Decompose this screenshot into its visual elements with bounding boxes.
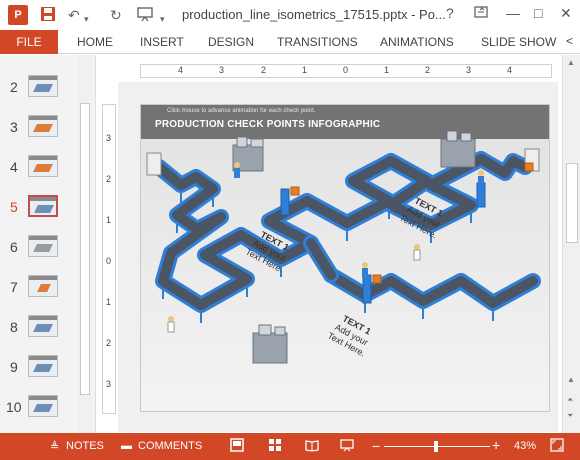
slide-editing-area: Click mouse to advance animation for eac…: [118, 82, 558, 432]
ruler-tick: 3: [106, 133, 112, 143]
slide-thumbnail-pane: 2 3 4 5 6 7 8 9 10: [0, 55, 96, 433]
slide-thumbnail-image[interactable]: [28, 355, 58, 377]
slide-thumbnail[interactable]: 9: [0, 349, 76, 389]
slide-number: 4: [10, 159, 18, 175]
powerpoint-window: P ↶ ▾ ↻ ▾ production_line_isometrics_175…: [0, 0, 580, 460]
slide-number: 5: [10, 199, 18, 215]
tab-file[interactable]: FILE: [0, 30, 58, 54]
slide-thumbnail-image[interactable]: [28, 75, 58, 97]
comments-button[interactable]: COMMENTS: [138, 440, 202, 452]
ruler-tick: 1: [302, 65, 308, 75]
slide-thumbnail-active[interactable]: 5: [0, 189, 76, 229]
ruler-tick: 4: [507, 65, 513, 75]
slide-thumbnail[interactable]: 6: [0, 229, 76, 269]
ruler-tick: 2: [106, 338, 112, 348]
ruler-tick: 2: [261, 65, 267, 75]
scroll-down-icon[interactable]: ▲: [567, 375, 575, 384]
undo-dropdown-icon[interactable]: ▾: [84, 10, 89, 28]
slide-thumbnail-image[interactable]: [28, 275, 58, 297]
editor-vertical-scrollbar[interactable]: ▲ ▲ ⏶ ⏷: [562, 55, 580, 433]
ruler-tick: 0: [343, 65, 349, 75]
slide-thumbnail[interactable]: 3: [0, 109, 76, 149]
slide-thumbnail-image[interactable]: [28, 235, 58, 257]
previous-slide-icon[interactable]: ⏶: [567, 395, 573, 405]
slide-number: 3: [10, 119, 18, 135]
tab-home[interactable]: HOME: [77, 35, 113, 49]
customize-qat-icon[interactable]: ▾: [160, 10, 165, 28]
slide-number: 6: [10, 239, 18, 255]
close-button[interactable]: ✕: [560, 5, 572, 22]
next-slide-icon[interactable]: ⏷: [567, 411, 573, 421]
zoom-slider-thumb[interactable]: [434, 441, 438, 452]
slide-thumbnail-image[interactable]: [28, 155, 58, 177]
slide-thumbnail-image[interactable]: [28, 315, 58, 337]
ruler-tick: 0: [106, 256, 112, 266]
ruler-tick: 1: [106, 297, 112, 307]
scroll-up-icon[interactable]: ▲: [567, 58, 575, 67]
slide-number: 2: [10, 79, 18, 95]
slide-number: 7: [10, 279, 18, 295]
production-line-illustration[interactable]: [141, 105, 550, 412]
ruler-tick: 1: [106, 215, 112, 225]
slideshow-view-icon[interactable]: [340, 438, 354, 455]
minimize-button[interactable]: —: [506, 5, 520, 21]
undo-icon[interactable]: ↶: [68, 6, 80, 24]
slide-thumbnail[interactable]: 4: [0, 149, 76, 189]
save-icon[interactable]: [40, 6, 56, 26]
zoom-in-button[interactable]: +: [492, 437, 500, 453]
slideshow-icon[interactable]: [137, 6, 153, 26]
slide-sorter-icon[interactable]: [268, 438, 282, 455]
slide-number: 8: [10, 319, 18, 335]
notes-button[interactable]: NOTES: [66, 440, 104, 452]
tab-insert[interactable]: INSERT: [140, 35, 184, 49]
ruler-tick: 3: [219, 65, 225, 75]
maximize-button[interactable]: □: [534, 5, 542, 21]
slide-number: 10: [6, 399, 22, 415]
slide-canvas[interactable]: Click mouse to advance animation for eac…: [140, 104, 550, 412]
slide-thumbnail-image[interactable]: [28, 395, 58, 417]
tab-transitions[interactable]: TRANSITIONS: [277, 35, 358, 49]
redo-icon[interactable]: ↻: [110, 6, 122, 24]
thumbnail-scrollbar-thumb[interactable]: [80, 103, 90, 395]
powerpoint-app-icon[interactable]: P: [8, 5, 28, 25]
help-button[interactable]: ?: [446, 5, 454, 21]
notes-icon[interactable]: ≜: [50, 440, 59, 453]
ruler-tick: 2: [425, 65, 431, 75]
slide-thumbnail-image[interactable]: [28, 195, 58, 217]
title-bar: P ↶ ▾ ↻ ▾ production_line_isometrics_175…: [0, 0, 580, 30]
zoom-level[interactable]: 43%: [514, 440, 536, 452]
zoom-out-button[interactable]: −: [372, 438, 380, 454]
tab-slide-show[interactable]: SLIDE SHOW: [481, 35, 556, 49]
slide-number: 9: [10, 359, 18, 375]
slide-thumbnail[interactable]: 8: [0, 309, 76, 349]
slide-thumbnail[interactable]: 10: [0, 389, 76, 429]
window-title: production_line_isometrics_17515.pptx - …: [182, 7, 446, 22]
ruler-tick: 3: [106, 379, 112, 389]
horizontal-ruler: 4 3 2 1 0 1 2 3 4: [140, 64, 552, 78]
ribbon-tabs: FILE HOME INSERT DESIGN TRANSITIONS ANIM…: [0, 30, 580, 54]
thumbnail-scrollbar[interactable]: [78, 55, 92, 433]
ruler-tick: 2: [106, 174, 112, 184]
ruler-tick: 4: [178, 65, 184, 75]
comments-icon[interactable]: ▬: [121, 440, 132, 452]
ruler-tick: 3: [466, 65, 472, 75]
tab-animations[interactable]: ANIMATIONS: [380, 35, 454, 49]
fit-slide-icon[interactable]: [550, 438, 564, 455]
slide-thumbnail-image[interactable]: [28, 115, 58, 137]
tab-design[interactable]: DESIGN: [208, 35, 254, 49]
ribbon-display-icon[interactable]: [474, 5, 488, 22]
status-bar: ≜ NOTES ▬ COMMENTS − + 43%: [0, 433, 580, 460]
editor-scrollbar-thumb[interactable]: [566, 163, 578, 243]
ribbon-scroll-left-button[interactable]: <: [566, 34, 573, 48]
ruler-tick: 1: [384, 65, 390, 75]
slide-thumbnail[interactable]: 7: [0, 269, 76, 309]
reading-view-icon[interactable]: [305, 438, 319, 455]
vertical-ruler: 3 2 1 0 1 2 3: [102, 104, 116, 414]
slide-thumbnail[interactable]: 2: [0, 69, 76, 109]
normal-view-icon[interactable]: [230, 438, 244, 455]
